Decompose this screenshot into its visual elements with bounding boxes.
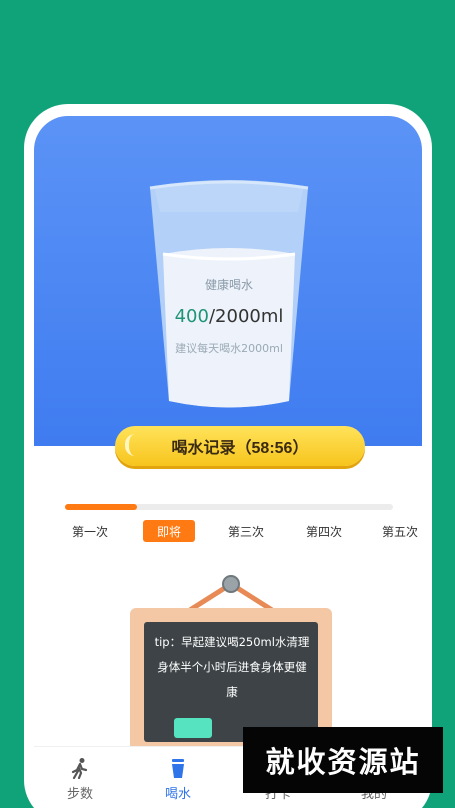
drink-record-button[interactable]: 喝水记录（58:56） [115,426,365,466]
app-screen: 健康喝水 400/2000ml 建议每天喝水2000ml 喝水记录（58:56）… [34,116,422,808]
current-amount: 400 [174,306,209,327]
walk-icon [71,758,88,779]
button-shine [125,434,141,456]
nav-water[interactable]: 喝水 [148,757,208,802]
water-amount: 400/2000ml [148,306,310,327]
hero-panel: 健康喝水 400/2000ml 建议每天喝水2000ml [34,116,422,446]
tip-text: tip：早起建议喝250ml水清理身体半个小时后进食身体更健康 [154,635,310,699]
total-amount: /2000ml [208,306,284,327]
water-glass-icon [149,180,309,408]
watermark: 就收资源站 [243,727,443,793]
step-1: 第一次 [71,524,108,539]
progress-bar [65,504,393,510]
step-5: 第五次 [381,524,418,539]
chalkboard: tip：早起建议喝250ml水清理身体半个小时后进食身体更健康 [144,622,318,742]
step-3: 第三次 [227,524,264,539]
nav-steps-label: 步数 [66,787,93,802]
daily-hint: 建议每天喝水2000ml [175,342,283,355]
nav-steps[interactable]: 步数 [50,757,110,802]
step-2-upcoming: 即将 [143,520,195,542]
step-4: 第四次 [305,524,342,539]
progress-fill [65,504,138,510]
drink-steps: 第一次 即将 第三次 第四次 第五次 [56,520,418,542]
cup-title: 健康喝水 [204,278,253,292]
eraser [174,718,212,738]
nav-water-label: 喝水 [164,787,191,802]
cup-icon [172,759,184,778]
record-button-label: 喝水记录（58:56） [171,440,309,457]
phone-frame: 健康喝水 400/2000ml 建议每天喝水2000ml 喝水记录（58:56）… [24,104,432,808]
